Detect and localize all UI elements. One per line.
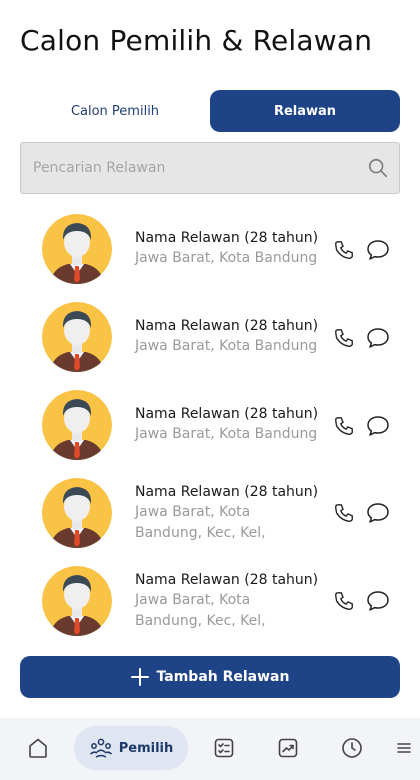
- nav-checklist[interactable]: [208, 726, 240, 770]
- volunteer-location: Jawa Barat, Kota Bandung: [135, 250, 318, 266]
- avatar: [42, 478, 112, 548]
- chart-icon: [278, 738, 298, 758]
- volunteer-location: Jawa Barat, Kota Bandung: [135, 426, 318, 442]
- bottom-nav: Pemilih: [0, 718, 420, 780]
- nav-home[interactable]: [22, 726, 54, 770]
- chat-icon[interactable]: [366, 327, 390, 349]
- avatar: [42, 214, 112, 284]
- avatar: [42, 302, 112, 372]
- avatar: [42, 390, 112, 460]
- volunteer-location: Jawa Barat, Kota Bandung, Kec, Kel,: [135, 504, 266, 541]
- volunteer-list: Nama Relawan (28 tahun) Jawa Barat, Kota…: [0, 206, 420, 654]
- phone-icon[interactable]: [333, 502, 355, 524]
- volunteer-location: Jawa Barat, Kota Bandung, Kec, Kel,: [135, 592, 266, 629]
- chat-icon[interactable]: [366, 590, 390, 612]
- nav-chart[interactable]: [272, 726, 304, 770]
- add-volunteer-label: Tambah Relawan: [156, 669, 290, 685]
- phone-icon[interactable]: [333, 415, 355, 437]
- list-item[interactable]: Nama Relawan (28 tahun) Jawa Barat, Kota…: [0, 470, 420, 558]
- page-title: Calon Pemilih & Relawan: [20, 24, 373, 57]
- avatar: [42, 566, 112, 636]
- volunteer-name: Nama Relawan (28 tahun): [135, 406, 319, 422]
- chat-icon[interactable]: [366, 415, 390, 437]
- checklist-icon: [214, 738, 234, 758]
- volunteer-name: Nama Relawan (28 tahun): [135, 318, 319, 334]
- tab-bar: Calon Pemilih Relawan: [20, 90, 400, 132]
- add-volunteer-button[interactable]: Tambah Relawan: [20, 656, 400, 698]
- chat-icon[interactable]: [366, 502, 390, 524]
- phone-icon[interactable]: [333, 327, 355, 349]
- volunteer-location: Jawa Barat, Kota Bandung: [135, 338, 318, 354]
- people-icon: [89, 738, 112, 758]
- nav-pemilih[interactable]: Pemilih: [74, 726, 188, 770]
- list-item[interactable]: Nama Relawan (28 tahun) Jawa Barat, Kota…: [0, 558, 420, 646]
- chat-icon[interactable]: [366, 239, 390, 261]
- plus-icon: [130, 668, 149, 686]
- volunteer-name: Nama Relawan (28 tahun): [135, 572, 319, 588]
- nav-pemilih-label: Pemilih: [118, 740, 174, 756]
- list-item[interactable]: Nama Relawan (28 tahun) Jawa Barat, Kota…: [0, 382, 420, 470]
- nav-history[interactable]: [336, 726, 368, 770]
- tab-calon-pemilih[interactable]: Calon Pemilih: [20, 90, 210, 132]
- volunteer-name: Nama Relawan (28 tahun): [135, 230, 319, 246]
- tab-relawan[interactable]: Relawan: [210, 90, 400, 132]
- phone-icon[interactable]: [333, 239, 355, 261]
- list-item[interactable]: Nama Relawan (28 tahun) Jawa Barat, Kota…: [0, 206, 420, 294]
- search-icon[interactable]: [367, 157, 389, 179]
- search-input[interactable]: [21, 143, 361, 193]
- list-item[interactable]: [0, 646, 420, 654]
- nav-menu[interactable]: [394, 726, 414, 770]
- search-bar: [20, 142, 400, 194]
- volunteer-name: Nama Relawan (28 tahun): [135, 484, 319, 500]
- menu-icon: [397, 743, 411, 753]
- home-icon: [29, 738, 47, 758]
- phone-icon[interactable]: [333, 590, 355, 612]
- clock-icon: [342, 738, 362, 758]
- list-item[interactable]: Nama Relawan (28 tahun) Jawa Barat, Kota…: [0, 294, 420, 382]
